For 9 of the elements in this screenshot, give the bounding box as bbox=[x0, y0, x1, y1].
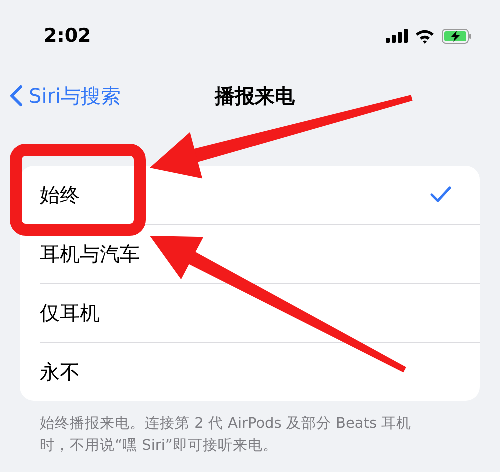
back-button[interactable]: Siri与搜索 bbox=[10, 82, 122, 110]
option-item[interactable]: 永不 bbox=[40, 343, 480, 401]
page-title: 播报来电 bbox=[215, 82, 295, 110]
battery-charging-icon bbox=[442, 28, 472, 44]
chevron-left-icon bbox=[10, 85, 23, 107]
wifi-icon bbox=[415, 28, 435, 44]
signal-icon bbox=[386, 29, 408, 43]
status-time: 2:02 bbox=[44, 25, 92, 47]
footer-note: 始终播报来电。连接第 2 代 AirPods 及部分 Beats 耳机时，不用说“嘿 Siri”即可接听来电。 bbox=[40, 414, 413, 456]
